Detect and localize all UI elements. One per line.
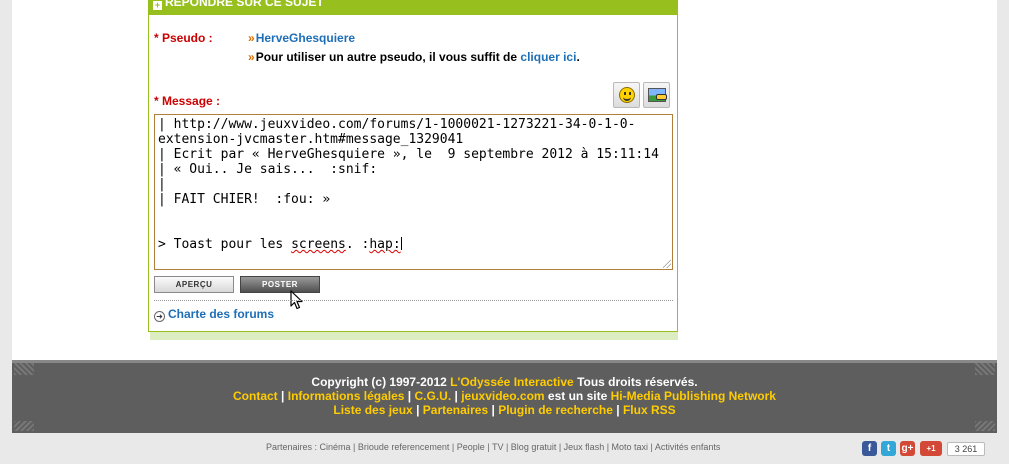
- company-link[interactable]: L'Odyssée Interactive: [450, 375, 574, 389]
- expand-icon[interactable]: +: [153, 1, 162, 10]
- separator: |: [407, 389, 412, 403]
- legal-info-link[interactable]: Informations légales: [288, 389, 405, 403]
- misspelled-word: screens: [291, 237, 346, 252]
- rights-text: Tous droits réservés.: [577, 375, 698, 389]
- reply-header-title: RÉPONDRE SUR CE SUJET: [165, 0, 324, 9]
- smiley-icon: [619, 87, 635, 103]
- message-line: extension-jvcmaster.htm#message_1329041: [158, 132, 464, 147]
- separator: [154, 300, 673, 301]
- page-side-right: [997, 0, 1009, 464]
- misspelled-word: hap:: [369, 237, 401, 252]
- plus-one-count: 3 261: [947, 442, 985, 456]
- pseudo-name: HerveGhesquiere: [255, 31, 356, 45]
- site-footer: Copyright (c) 1997-2012 L'Odyssée Intera…: [12, 360, 997, 433]
- message-line: | FAIT CHIER! :fou: »: [158, 192, 331, 207]
- message-label: * Message :: [154, 94, 221, 108]
- reply-header[interactable]: + RÉPONDRE SUR CE SUJET: [149, 0, 677, 15]
- insert-image-button[interactable]: [643, 82, 670, 108]
- message-last-mid: . :: [345, 237, 370, 252]
- footer-corner: [14, 363, 34, 375]
- message-line: | Ecrit par « HerveGhesquiere », le 9 se…: [158, 147, 659, 162]
- twitter-icon[interactable]: t: [881, 441, 896, 456]
- pseudo-info-text: Pour utiliser un autre pseudo, il vous s…: [255, 50, 518, 64]
- image-icon: [648, 88, 667, 102]
- change-pseudo-link[interactable]: cliquer ici: [520, 50, 576, 64]
- partners-link[interactable]: Partenaires: [423, 403, 488, 417]
- preview-button[interactable]: APERÇU: [154, 276, 234, 293]
- reply-box-shadow: [150, 332, 678, 340]
- cgu-link[interactable]: C.G.U.: [414, 389, 451, 403]
- partners-links[interactable]: Partenaires : Cinéma | Brioude reference…: [266, 442, 720, 452]
- contact-link[interactable]: Contact: [233, 389, 278, 403]
- page-side-left: [0, 0, 12, 464]
- jeuxvideo-link[interactable]: jeuxvideo.com: [461, 389, 544, 403]
- footer-corner: [975, 363, 995, 375]
- footer-corner: [14, 421, 34, 431]
- network-link[interactable]: Hi-Media Publishing Network: [611, 389, 776, 403]
- text-caret: [400, 237, 402, 250]
- pseudo-info-end: .: [576, 50, 580, 64]
- message-line: |: [158, 177, 166, 192]
- separator: |: [416, 403, 420, 417]
- separator: |: [281, 389, 285, 403]
- plus-one-button[interactable]: +1: [920, 441, 942, 456]
- rss-link[interactable]: Flux RSS: [623, 403, 676, 417]
- message-line: | http://www.jeuxvideo.com/forums/1-1000…: [158, 117, 636, 132]
- insert-smiley-button[interactable]: [613, 82, 640, 108]
- forum-rules-label: Charte des forums: [168, 307, 275, 321]
- footer-copyright: Copyright (c) 1997-2012 L'Odyssée Intera…: [12, 375, 997, 389]
- chevron-icon: »: [248, 31, 255, 45]
- message-textarea[interactable]: | http://www.jeuxvideo.com/forums/1-1000…: [154, 114, 673, 270]
- site-text: est un site: [547, 389, 608, 403]
- reply-form: + RÉPONDRE SUR CE SUJET * Pseudo : »Herve…: [148, 0, 678, 332]
- separator: |: [491, 403, 495, 417]
- facebook-icon[interactable]: f: [862, 441, 877, 456]
- separator: |: [616, 403, 620, 417]
- games-list-link[interactable]: Liste des jeux: [333, 403, 412, 417]
- message-line: | « Oui.. Je sais... :snif:: [158, 162, 378, 177]
- search-plugin-link[interactable]: Plugin de recherche: [498, 403, 613, 417]
- resize-handle[interactable]: [663, 260, 671, 268]
- pseudo-info: »Pour utiliser un autre pseudo, il vous …: [248, 50, 580, 64]
- copyright-text: Copyright (c) 1997-2012: [311, 375, 447, 389]
- message-last-prefix: > Toast pour les: [158, 237, 292, 252]
- pseudo-value: »HerveGhesquiere: [248, 31, 355, 45]
- forum-rules-link[interactable]: ➜ Charte des forums: [154, 307, 274, 322]
- separator: |: [454, 389, 458, 403]
- arrow-right-icon: ➜: [154, 311, 165, 322]
- footer-links-row: Liste des jeux | Partenaires | Plugin de…: [12, 403, 997, 417]
- footer-corner: [975, 421, 995, 431]
- google-plus-icon[interactable]: g+: [900, 441, 915, 456]
- footer-links-row: Contact | Informations légales | C.G.U. …: [12, 389, 997, 403]
- post-button[interactable]: POSTER: [240, 276, 320, 293]
- chevron-icon: »: [248, 50, 255, 64]
- pseudo-label: * Pseudo :: [154, 31, 213, 45]
